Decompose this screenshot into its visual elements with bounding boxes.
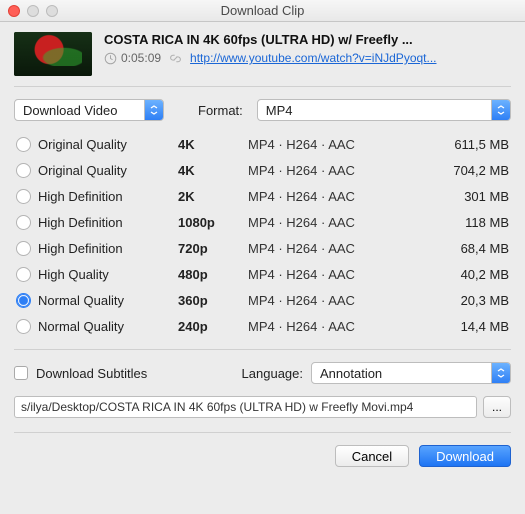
quality-radio[interactable] (16, 241, 31, 256)
download-mode-select[interactable]: Download Video (14, 99, 164, 121)
quality-radio[interactable] (16, 293, 31, 308)
duration-text: 0:05:09 (121, 51, 161, 65)
quality-option-row[interactable]: High Definition1080pMP4 · H264 · AAC118 … (14, 209, 511, 235)
separator (14, 349, 511, 350)
filesize-label: 301 MB (464, 189, 509, 204)
clock-icon (104, 52, 117, 65)
cancel-button[interactable]: Cancel (335, 445, 409, 467)
window-controls (8, 5, 58, 17)
codec-label: MP4 · H264 · AAC (248, 267, 461, 282)
quality-option-row[interactable]: High Definition720pMP4 · H264 · AAC68,4 … (14, 235, 511, 261)
duration: 0:05:09 (104, 51, 161, 65)
window-title: Download Clip (221, 3, 305, 18)
close-window-button[interactable] (8, 5, 20, 17)
resolution-label: 1080p (178, 215, 248, 230)
codec-label: MP4 · H264 · AAC (248, 137, 454, 152)
quality-radio[interactable] (16, 163, 31, 178)
save-path-input[interactable]: s/ilya/Desktop/COSTA RICA IN 4K 60fps (U… (14, 396, 477, 418)
resolution-label: 480p (178, 267, 248, 282)
format-value: MP4 (266, 103, 293, 118)
quality-label: High Quality (38, 267, 178, 282)
language-select[interactable]: Annotation (311, 362, 511, 384)
codec-label: MP4 · H264 · AAC (248, 241, 461, 256)
quality-radio[interactable] (16, 319, 31, 334)
filesize-label: 68,4 MB (461, 241, 509, 256)
updown-icon (496, 104, 506, 116)
updown-icon (149, 104, 159, 116)
quality-radio[interactable] (16, 267, 31, 282)
download-button[interactable]: Download (419, 445, 511, 467)
filesize-label: 704,2 MB (453, 163, 509, 178)
resolution-label: 240p (178, 319, 248, 334)
quality-options-list: Original Quality4KMP4 · H264 · AAC611,5 … (14, 131, 511, 339)
updown-icon (496, 367, 506, 379)
quality-label: High Definition (38, 241, 178, 256)
quality-label: Normal Quality (38, 319, 178, 334)
quality-label: Original Quality (38, 163, 178, 178)
format-label: Format: (198, 103, 243, 118)
save-path-value: s/ilya/Desktop/COSTA RICA IN 4K 60fps (U… (21, 400, 413, 414)
subtitles-checkbox[interactable] (14, 366, 28, 380)
video-url-link[interactable]: http://www.youtube.com/watch?v=iNJdPyoqt… (190, 51, 436, 65)
subtitles-label: Download Subtitles (36, 366, 147, 381)
quality-radio[interactable] (16, 215, 31, 230)
window-titlebar: Download Clip (0, 0, 525, 22)
link-icon (169, 52, 182, 65)
resolution-label: 2K (178, 189, 248, 204)
language-label: Language: (242, 366, 303, 381)
codec-label: MP4 · H264 · AAC (248, 163, 453, 178)
language-value: Annotation (320, 366, 382, 381)
codec-label: MP4 · H264 · AAC (248, 319, 461, 334)
filesize-label: 20,3 MB (461, 293, 509, 308)
video-header: COSTA RICA IN 4K 60fps (ULTRA HD) w/ Fre… (14, 32, 511, 76)
quality-option-row[interactable]: High Quality480pMP4 · H264 · AAC40,2 MB (14, 261, 511, 287)
quality-label: High Definition (38, 215, 178, 230)
codec-label: MP4 · H264 · AAC (248, 189, 464, 204)
quality-option-row[interactable]: Original Quality4KMP4 · H264 · AAC704,2 … (14, 157, 511, 183)
codec-label: MP4 · H264 · AAC (248, 215, 465, 230)
resolution-label: 720p (178, 241, 248, 256)
browse-button[interactable]: ... (483, 396, 511, 418)
video-title: COSTA RICA IN 4K 60fps (ULTRA HD) w/ Fre… (104, 32, 511, 47)
video-thumbnail (14, 32, 92, 76)
quality-option-row[interactable]: High Definition2KMP4 · H264 · AAC301 MB (14, 183, 511, 209)
download-mode-value: Download Video (23, 103, 117, 118)
resolution-label: 360p (178, 293, 248, 308)
separator (14, 86, 511, 87)
quality-label: Normal Quality (38, 293, 178, 308)
filesize-label: 40,2 MB (461, 267, 509, 282)
filesize-label: 118 MB (465, 215, 509, 230)
quality-option-row[interactable]: Normal Quality240pMP4 · H264 · AAC14,4 M… (14, 313, 511, 339)
quality-option-row[interactable]: Normal Quality360pMP4 · H264 · AAC20,3 M… (14, 287, 511, 313)
resolution-label: 4K (178, 163, 248, 178)
quality-option-row[interactable]: Original Quality4KMP4 · H264 · AAC611,5 … (14, 131, 511, 157)
format-select[interactable]: MP4 (257, 99, 511, 121)
quality-label: Original Quality (38, 137, 178, 152)
zoom-window-button (46, 5, 58, 17)
quality-radio[interactable] (16, 137, 31, 152)
codec-label: MP4 · H264 · AAC (248, 293, 461, 308)
filesize-label: 611,5 MB (454, 137, 509, 152)
minimize-window-button (27, 5, 39, 17)
filesize-label: 14,4 MB (461, 319, 509, 334)
quality-label: High Definition (38, 189, 178, 204)
resolution-label: 4K (178, 137, 248, 152)
quality-radio[interactable] (16, 189, 31, 204)
